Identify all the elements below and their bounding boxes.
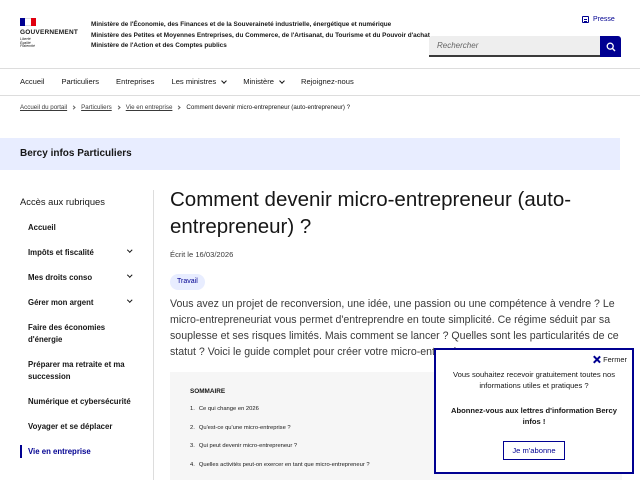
nav-item-accueil[interactable]: Accueil — [20, 69, 44, 95]
sidebar-item-numerique[interactable]: Numérique et cybersécurité — [20, 396, 153, 408]
breadcrumb-link[interactable]: Vie en entreprise — [126, 104, 173, 111]
chevron-down-icon — [126, 247, 132, 253]
toc-link[interactable]: Ce qui change en 2026 — [199, 406, 259, 412]
search-input[interactable] — [429, 36, 600, 57]
chevron-down-icon — [126, 272, 132, 278]
nav-item-entreprises[interactable]: Entreprises — [116, 69, 154, 95]
sidebar: Accès aux rubriques Accueil Impôts et fi… — [20, 190, 154, 480]
subscribe-button[interactable]: Je m'abonne — [503, 441, 565, 460]
chevron-down-icon — [279, 78, 285, 84]
main-navigation: Accueil Particuliers Entreprises Les min… — [0, 68, 640, 96]
nav-item-rejoignez-nous[interactable]: Rejoignez-nous — [301, 69, 354, 95]
sidebar-item-voyager[interactable]: Voyager et se déplacer — [20, 421, 153, 433]
logo-motto: Liberté Égalité Fraternité — [20, 37, 35, 49]
ministry-line: Ministère de l'Économie, des Finances et… — [91, 21, 392, 28]
search-button[interactable] — [600, 36, 621, 57]
government-logo[interactable]: GOUVERNEMENT Liberté Égalité Fraternité — [20, 18, 82, 49]
chevron-right-icon — [71, 105, 76, 110]
popup-cta: Abonnez-vous aux lettres d'information B… — [451, 406, 617, 426]
breadcrumb-link[interactable]: Particuliers — [81, 104, 112, 111]
sidebar-item-vie-entreprise[interactable]: Vie en entreprise — [20, 445, 153, 458]
ministry-line: Ministère de l'Action et des Comptes pub… — [91, 42, 227, 49]
sidebar-item-argent[interactable]: Gérer mon argent — [20, 297, 153, 309]
sidebar-heading: Accès aux rubriques — [20, 196, 105, 207]
search-icon — [606, 42, 615, 51]
newsletter-popup: Fermer Vous souhaitez recevoir gratuitem… — [434, 348, 634, 474]
sidebar-item-droits-conso[interactable]: Mes droits conso — [20, 272, 153, 284]
close-label: Fermer — [603, 355, 627, 364]
nav-item-les-ministres[interactable]: Les ministres — [171, 69, 228, 95]
sidebar-item-retraite[interactable]: Préparer ma retraite et ma succession — [20, 359, 153, 383]
toc-link[interactable]: Qu'est-ce qu'une micro-entreprise ? — [199, 425, 291, 431]
toc-link[interactable]: Qui peut devenir micro-entrepreneur ? — [199, 443, 297, 449]
breadcrumb-link[interactable]: Accueil du portail — [20, 104, 67, 111]
category-tag[interactable]: Travail — [170, 274, 205, 290]
section-banner: Bercy infos Particuliers — [0, 138, 620, 170]
nav-item-particuliers[interactable]: Particuliers — [61, 69, 99, 95]
banner-title: Bercy infos Particuliers — [20, 148, 132, 159]
chevron-right-icon — [116, 105, 121, 110]
popup-text: Vous souhaitez recevoir gratuitement tou… — [452, 370, 616, 390]
sidebar-item-impots[interactable]: Impôts et fiscalité — [20, 247, 153, 259]
press-label: Presse — [593, 16, 615, 23]
newspaper-icon — [582, 16, 589, 23]
chevron-right-icon — [176, 105, 182, 110]
search-bar — [429, 36, 621, 57]
page-title: Comment devenir micro-entrepreneur (auto… — [170, 188, 572, 238]
french-flag-icon — [20, 18, 36, 26]
chevron-down-icon — [221, 78, 228, 84]
breadcrumb: Accueil du portail Particuliers Vie en e… — [20, 104, 350, 111]
breadcrumb-current: Comment devenir micro-entrepreneur (auto… — [186, 104, 351, 111]
close-icon — [593, 356, 600, 363]
sidebar-item-energie[interactable]: Faire des économies d'énergie — [20, 322, 153, 346]
press-link[interactable]: Presse — [582, 16, 615, 23]
ministries-list[interactable]: Ministère de l'Économie, des Finances et… — [91, 20, 430, 52]
article-date: Écrit le 16/03/2026 — [170, 250, 234, 259]
nav-item-ministere[interactable]: Ministère — [243, 69, 285, 95]
chevron-down-icon — [126, 297, 132, 303]
close-button[interactable]: Fermer — [593, 355, 627, 364]
sidebar-item-accueil[interactable]: Accueil — [20, 222, 153, 234]
logo-name: GOUVERNEMENT — [20, 29, 79, 36]
ministry-line: Ministère des Petites et Moyennes Entrep… — [91, 31, 430, 39]
toc-link[interactable]: Quelles activités peut-on exercer en tan… — [199, 462, 370, 468]
site-header: GOUVERNEMENT Liberté Égalité Fraternité … — [0, 0, 640, 68]
